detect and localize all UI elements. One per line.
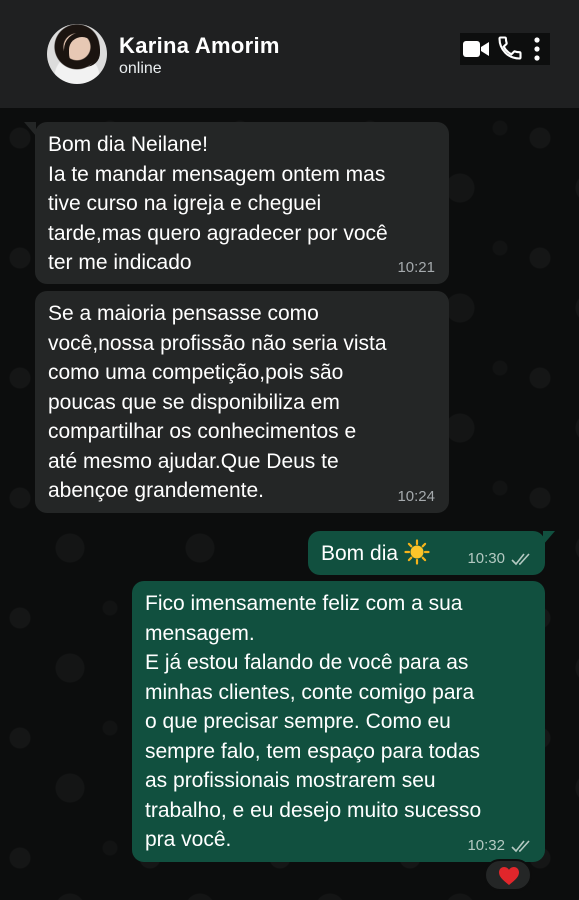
outgoing-message[interactable]: Bom dia 10:30 xyxy=(308,531,545,575)
contact-avatar[interactable] xyxy=(47,24,107,84)
contact-status: online xyxy=(119,60,162,77)
message-text: Se a maioria pensasse como você,nossa pr… xyxy=(48,302,387,502)
message-text: Fico imensamente feliz com a sua mensage… xyxy=(145,592,482,851)
double-check-icon xyxy=(511,840,530,853)
chat-screen: Karina Amorim online Bom dia Neilane! Ia… xyxy=(0,0,579,900)
message-reaction[interactable] xyxy=(484,859,532,891)
phone-icon[interactable] xyxy=(496,34,524,62)
video-call-icon[interactable] xyxy=(462,37,490,61)
message-text-content: Bom dia xyxy=(321,542,399,565)
red-heart-icon xyxy=(499,867,519,885)
chat-header: Karina Amorim online xyxy=(0,0,579,108)
incoming-message[interactable]: Bom dia Neilane! Ia te mandar mensagem o… xyxy=(35,122,449,284)
more-options-icon[interactable] xyxy=(530,36,544,62)
sun-icon xyxy=(404,539,430,565)
incoming-message[interactable]: Se a maioria pensasse como você,nossa pr… xyxy=(35,291,449,513)
message-time: 10:32 xyxy=(467,837,505,854)
outgoing-message[interactable]: Fico imensamente feliz com a sua mensage… xyxy=(132,581,545,862)
message-time: 10:21 xyxy=(397,259,435,276)
double-check-icon xyxy=(511,553,530,566)
message-time: 10:24 xyxy=(397,488,435,505)
contact-name[interactable]: Karina Amorim xyxy=(119,33,280,59)
message-time: 10:30 xyxy=(467,550,505,567)
message-text: Bom dia Neilane! Ia te mandar mensagem o… xyxy=(48,133,388,274)
